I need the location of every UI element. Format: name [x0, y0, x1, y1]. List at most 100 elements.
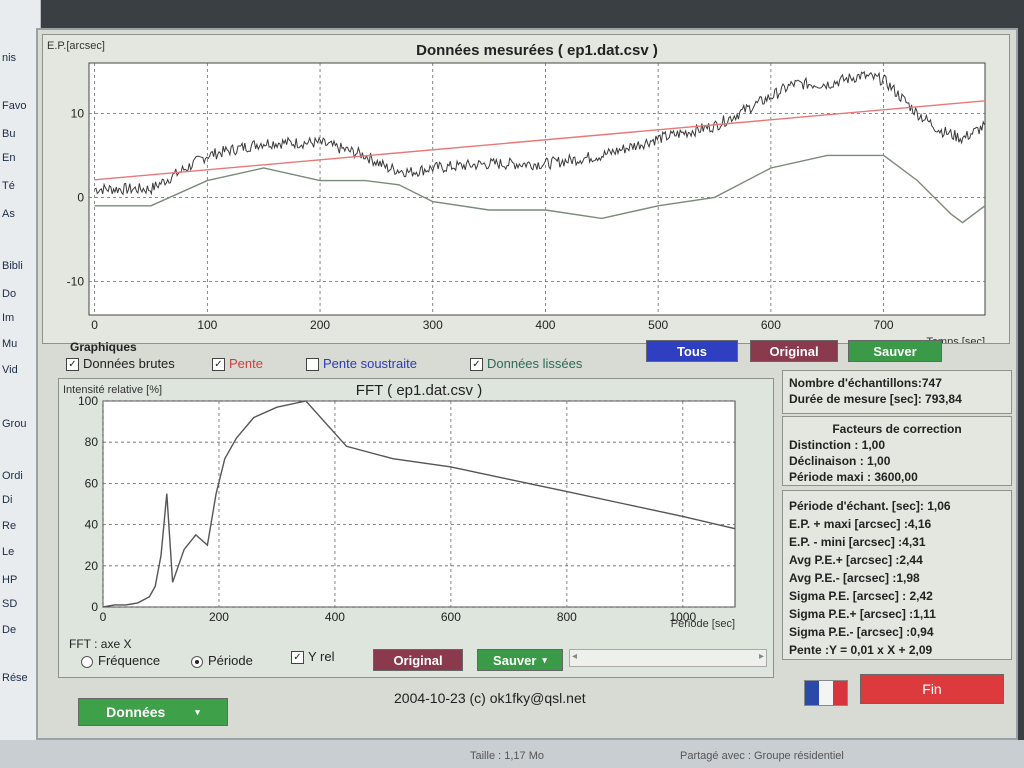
- x-tick-label: 300: [423, 318, 443, 332]
- chart-title: Données mesurées ( ep1.dat.csv ): [416, 42, 658, 59]
- taskbar: Taille : 1,17 Mo Partagé avec : Groupe r…: [0, 740, 1024, 768]
- original-top-button[interactable]: Original: [750, 340, 838, 362]
- y-axis-label: E.P.[arcsec]: [47, 40, 105, 52]
- sauver-fft-button[interactable]: Sauver ▾: [477, 649, 563, 671]
- y-tick-label: 0: [77, 190, 84, 204]
- desktop-nav-item[interactable]: Vid: [2, 364, 18, 376]
- app-window: Données mesurées ( ep1.dat.csv ) E.P.[arc…: [36, 28, 1018, 740]
- graphiques-label: Graphiques: [70, 340, 137, 354]
- share-text: Partagé avec : Groupe résidentiel: [680, 750, 844, 762]
- correction-factors-panel: Facteurs de correction Distinction : 1,0…: [782, 416, 1012, 486]
- radio-on-icon: [191, 655, 203, 668]
- donnees-brutes-checkbox[interactable]: ✓ Données brutes: [66, 356, 175, 372]
- y-tick-label: 40: [85, 518, 99, 532]
- nombre-echantillons: Nombre d'échantillons:747: [789, 376, 942, 390]
- tous-button[interactable]: Tous: [646, 340, 738, 362]
- pente-soustraite-checkbox[interactable]: Pente soustraite: [306, 356, 417, 372]
- periode-radio[interactable]: Période: [191, 653, 253, 668]
- desktop-nav-item[interactable]: Grou: [2, 418, 26, 430]
- y-tick-label: -10: [67, 274, 85, 288]
- chart-title: FFT ( ep1.dat.csv ): [356, 382, 482, 399]
- measured-data-panel: Données mesurées ( ep1.dat.csv ) E.P.[arc…: [42, 34, 1010, 344]
- scroll-right-icon[interactable]: ▸: [759, 651, 764, 662]
- frequence-radio[interactable]: Fréquence: [81, 653, 160, 668]
- x-tick-label: 100: [197, 318, 217, 332]
- desktop-nav-item[interactable]: En: [2, 152, 15, 164]
- x-tick-label: 700: [874, 318, 894, 332]
- declinaison: Déclinaison : 1,00: [789, 454, 891, 468]
- graphiques-group: Graphiques ✓ Données brutes ✓ Pente Pente …: [56, 338, 746, 378]
- radio-off-icon: [81, 655, 93, 668]
- stat-line: E.P. + maxi [arcsec] :4,16: [789, 517, 932, 531]
- footer-text: 2004-10-23 (c) ok1fky@qsl.net: [394, 690, 586, 706]
- x-tick-label: 0: [100, 610, 107, 624]
- desktop-nav-item[interactable]: Mu: [2, 338, 17, 350]
- dropdown-arrow-icon: ▾: [542, 654, 547, 665]
- file-size-text: Taille : 1,17 Mo: [470, 750, 544, 762]
- desktop-nav-item[interactable]: HP: [2, 574, 17, 586]
- fft-scrollbar[interactable]: ◂ ▸: [569, 649, 767, 667]
- desktop-nav-item[interactable]: De: [2, 624, 16, 636]
- pente-checkbox[interactable]: ✓ Pente: [212, 356, 263, 372]
- y-tick-label: 20: [85, 559, 99, 573]
- stat-line: Période d'échant. [sec]: 1,06: [789, 499, 951, 513]
- desktop-nav-item[interactable]: Té: [2, 180, 15, 192]
- x-tick-label: 400: [535, 318, 555, 332]
- desktop-nav-item[interactable]: SD: [2, 598, 17, 610]
- fft-axe-label: FFT : axe X: [69, 637, 132, 651]
- check-icon: ✓: [291, 651, 304, 665]
- stat-line: Pente :Y = 0,01 x X + 2,09: [789, 643, 933, 657]
- desktop-nav-item[interactable]: Favo: [2, 100, 26, 112]
- desktop-nav-item[interactable]: nis: [2, 52, 16, 64]
- donnees-lissees-checkbox[interactable]: ✓ Données lissées: [470, 356, 582, 372]
- y-rel-checkbox[interactable]: ✓ Y rel: [291, 649, 335, 665]
- duree-mesure: Durée de mesure [sec]: 793,84: [789, 392, 962, 406]
- x-tick-label: 500: [648, 318, 668, 332]
- french-flag-icon[interactable]: [804, 680, 848, 706]
- stat-line: Sigma P.E.+ [arcsec] :1,11: [789, 607, 936, 621]
- x-tick-label: 1000: [669, 610, 696, 624]
- fft-panel: FFT ( ep1.dat.csv ) Intensité relative [%…: [58, 378, 774, 678]
- desktop-nav-item[interactable]: Im: [2, 312, 14, 324]
- stats-panel: Période d'échant. [sec]: 1,06 E.P. + max…: [782, 490, 1012, 660]
- desktop-nav-item[interactable]: Re: [2, 520, 16, 532]
- donnees-button[interactable]: Données ▾: [78, 698, 228, 726]
- fin-button[interactable]: Fin: [860, 674, 1004, 704]
- x-tick-label: 200: [209, 610, 229, 624]
- x-tick-label: 0: [91, 318, 98, 332]
- desktop-nav-item[interactable]: Bibli: [2, 260, 23, 272]
- desktop-nav-item[interactable]: Di: [2, 494, 12, 506]
- desktop-sidebar: nis Favo Bu En Té As Bibli Do Im Mu Vid Grou Ordi Di R…: [0, 0, 41, 768]
- plot-area: [102, 400, 736, 608]
- y-tick-label: 60: [85, 476, 99, 490]
- samples-info-panel: Nombre d'échantillons:747 Durée de mesur…: [782, 370, 1012, 414]
- original-fft-button[interactable]: Original: [373, 649, 463, 671]
- distinction: Distinction : 1,00: [789, 438, 886, 452]
- x-tick-label: 600: [441, 610, 461, 624]
- empty-checkbox-icon: [306, 358, 319, 372]
- desktop-nav-item[interactable]: Do: [2, 288, 16, 300]
- check-icon: ✓: [212, 358, 225, 372]
- desktop-nav-item[interactable]: Ordi: [2, 470, 23, 482]
- x-tick-label: 200: [310, 318, 330, 332]
- periode-maxi: Période maxi : 3600,00: [789, 470, 918, 484]
- y-tick-label: 10: [71, 106, 85, 120]
- stat-line: Avg P.E.+ [arcsec] :2,44: [789, 553, 923, 567]
- desktop-nav-item[interactable]: Rése: [2, 672, 28, 684]
- desktop-nav-item[interactable]: Bu: [2, 128, 15, 140]
- fft-chart: FFT ( ep1.dat.csv )Intensité relative [%…: [63, 382, 736, 630]
- desktop-nav-item[interactable]: Le: [2, 546, 14, 558]
- x-tick-label: 600: [761, 318, 781, 332]
- y-tick-label: 80: [85, 435, 99, 449]
- scroll-left-icon[interactable]: ◂: [572, 651, 577, 662]
- desktop-nav-item[interactable]: As: [2, 208, 15, 220]
- stat-line: Sigma P.E.- [arcsec] :0,94: [789, 625, 934, 639]
- y-tick-label: 100: [78, 394, 98, 408]
- sauver-top-button[interactable]: Sauver: [848, 340, 942, 362]
- plot-area: [88, 62, 986, 316]
- y-tick-label: 0: [91, 600, 98, 614]
- facteurs-title: Facteurs de correction: [832, 422, 962, 436]
- x-tick-label: 800: [557, 610, 577, 624]
- stat-line: E.P. - mini [arcsec] :4,31: [789, 535, 926, 549]
- stat-line: Avg P.E.- [arcsec] :1,98: [789, 571, 920, 585]
